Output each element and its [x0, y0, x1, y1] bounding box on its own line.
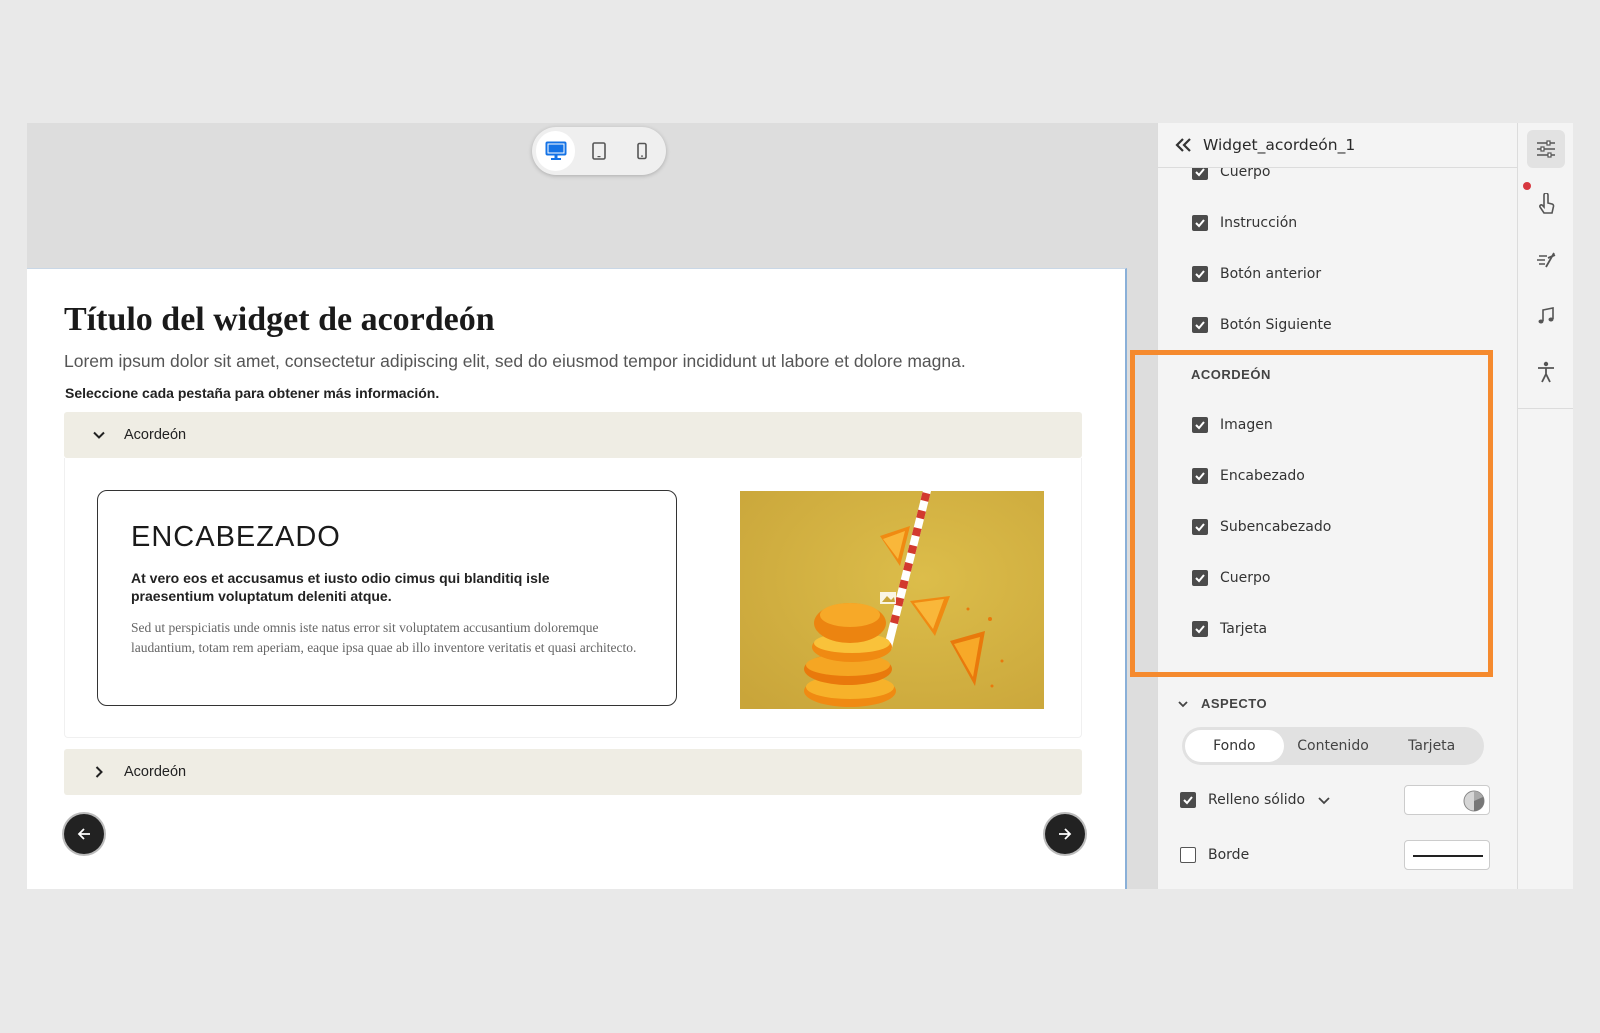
previous-button[interactable]: [64, 814, 104, 854]
accordion-card[interactable]: ENCABEZADO At vero eos et accusamus et i…: [97, 490, 677, 706]
border-style-swatch[interactable]: [1404, 840, 1490, 870]
accordion-header-1[interactable]: Acordeón: [64, 412, 1082, 458]
animation-icon: [1537, 252, 1556, 268]
fill-color-swatch[interactable]: [1404, 785, 1490, 815]
checkbox-instruccion[interactable]: Instrucción: [1192, 212, 1297, 234]
checkbox-checked-icon: [1192, 570, 1208, 586]
chevron-down-icon: [93, 431, 105, 439]
tablet-icon: [592, 142, 606, 160]
accordion-header-2[interactable]: Acordeón: [64, 749, 1082, 795]
accordion-panel-1: ENCABEZADO At vero eos et accusamus et i…: [64, 458, 1082, 738]
accessibility-icon: [1538, 361, 1554, 383]
checkbox-checked-icon: [1192, 519, 1208, 535]
app-window: Título del widget de acordeón Lorem ipsu…: [27, 123, 1573, 889]
checkbox-checked-icon: [1192, 417, 1208, 433]
widget-title[interactable]: Título del widget de acordeón: [64, 301, 495, 339]
checkbox-checked-icon: [1192, 317, 1208, 333]
checkbox-checked-icon: [1192, 468, 1208, 484]
canvas-area: Título del widget de acordeón Lorem ipsu…: [27, 123, 1157, 889]
widget-page: Título del widget de acordeón Lorem ipsu…: [27, 268, 1127, 889]
chevron-right-icon: [95, 766, 103, 778]
double-chevron-left-icon: [1175, 138, 1191, 152]
mobile-preview-button[interactable]: [623, 131, 662, 171]
checkbox-label: Tarjeta: [1220, 621, 1268, 637]
chevron-down-icon[interactable]: [1317, 793, 1331, 807]
checkbox-label: Borde: [1208, 847, 1250, 863]
checkbox-checked-icon: [1180, 792, 1196, 808]
audio-icon: [1538, 307, 1554, 324]
tab-contenido[interactable]: Contenido: [1284, 730, 1383, 762]
card-body: Sed ut perspiciatis unde omnis iste natu…: [131, 620, 637, 655]
right-rail: [1517, 123, 1573, 889]
checkbox-label: Relleno sólido: [1208, 792, 1306, 808]
arrow-right-icon: [1059, 828, 1072, 840]
section-title-aspecto: ASPECTO: [1201, 696, 1268, 711]
tab-fondo[interactable]: Fondo: [1185, 730, 1284, 762]
mobile-icon: [637, 142, 648, 160]
widget-instruction[interactable]: Seleccione cada pestaña para obtener más…: [65, 385, 439, 401]
checkbox-boton-siguiente[interactable]: Botón Siguiente: [1192, 314, 1332, 336]
checkbox-checked-icon: [1192, 266, 1208, 282]
animation-tab-button[interactable]: [1527, 241, 1565, 279]
chevron-down-icon: [1178, 700, 1188, 707]
properties-icon: [1537, 140, 1555, 158]
checkbox-boton-anterior[interactable]: Botón anterior: [1192, 263, 1321, 285]
checkbox-checked-icon: [1192, 215, 1208, 231]
checkbox-label: Imagen: [1220, 417, 1273, 433]
checkbox-label: Cuerpo: [1220, 570, 1271, 586]
border-line-preview: [1413, 855, 1483, 857]
properties-tab-button[interactable]: [1527, 130, 1565, 168]
accordion-image[interactable]: [740, 491, 1044, 709]
checkbox-label: Botón Siguiente: [1220, 317, 1332, 333]
checkbox-checked-icon: [1192, 621, 1208, 637]
appearance-section-toggle[interactable]: ASPECTO: [1177, 696, 1267, 711]
interaction-icon: [1539, 193, 1555, 214]
panel-title: Widget_acordeón_1: [1203, 136, 1356, 154]
checkbox-label: Botón anterior: [1220, 266, 1322, 282]
widget-description[interactable]: Lorem ipsum dolor sit amet, consectetur …: [64, 351, 966, 372]
arrow-left-icon: [77, 828, 90, 840]
card-subheading: At vero eos et accusamus et iusto odio c…: [131, 570, 550, 604]
checkbox-tarjeta[interactable]: Tarjeta: [1192, 618, 1267, 640]
checkbox-unchecked-icon: [1180, 847, 1196, 863]
desktop-preview-button[interactable]: [536, 131, 576, 171]
checkbox-encabezado[interactable]: Encabezado: [1192, 465, 1305, 487]
properties-panel: Widget_acordeón_1 Cuerpo Instrucción Bot…: [1157, 123, 1517, 889]
tab-tarjeta[interactable]: Tarjeta: [1382, 730, 1481, 762]
accessibility-tab-button[interactable]: [1527, 353, 1565, 391]
rail-divider: [1518, 408, 1573, 409]
checkbox-label: Subencabezado: [1220, 519, 1332, 535]
accordion-label: Acordeón: [124, 427, 187, 443]
collapse-panel-button[interactable]: [1175, 135, 1195, 155]
color-picker-icon: [1463, 790, 1485, 812]
checkbox-cuerpo-acordeon[interactable]: Cuerpo: [1192, 567, 1270, 589]
desktop-icon: [545, 141, 567, 160]
orange-slices-image: [740, 491, 1044, 709]
checkbox-borde[interactable]: Borde: [1180, 844, 1249, 866]
accordion-label: Acordeón: [124, 764, 187, 780]
card-heading: ENCABEZADO: [131, 521, 341, 553]
appearance-tabs: Fondo Contenido Tarjeta: [1182, 727, 1484, 765]
panel-header: Widget_acordeón_1: [1158, 123, 1517, 168]
section-title-acordeon: ACORDEÓN: [1191, 367, 1271, 382]
checkbox-subencabezado[interactable]: Subencabezado: [1192, 516, 1331, 538]
interaction-tab-button[interactable]: [1527, 185, 1565, 223]
tablet-preview-button[interactable]: [579, 131, 618, 171]
checkbox-label: Instrucción: [1220, 215, 1298, 231]
checkbox-imagen[interactable]: Imagen: [1192, 414, 1273, 436]
device-preview-bar: [532, 127, 666, 175]
checkbox-label: Encabezado: [1220, 468, 1305, 484]
audio-tab-button[interactable]: [1527, 297, 1565, 335]
checkbox-relleno-solido[interactable]: Relleno sólido: [1180, 789, 1331, 811]
next-button[interactable]: [1045, 814, 1085, 854]
